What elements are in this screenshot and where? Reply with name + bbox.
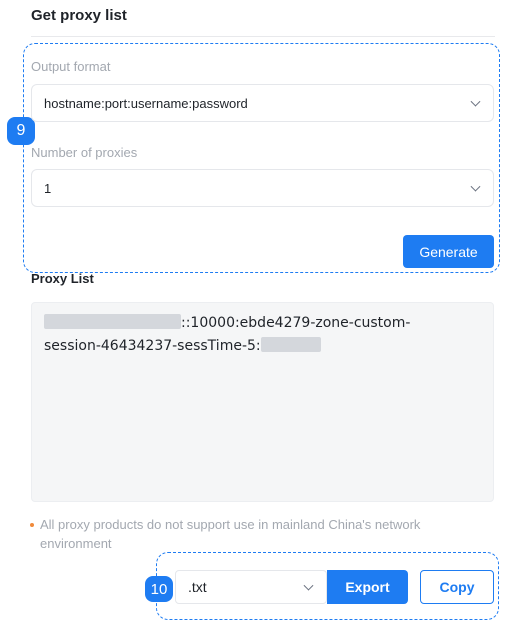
output-format-select[interactable]: hostname:port:username:password: [31, 84, 494, 122]
proxy-line-2: session-46434237-sessTime-5:: [44, 335, 481, 358]
page-title: Get proxy list: [31, 7, 127, 24]
proxy-line-1: ::10000:ebde4279-zone-custom-: [44, 312, 481, 335]
generate-button[interactable]: Generate: [403, 235, 494, 268]
chevron-down-icon: [303, 580, 314, 591]
notice-text: All proxy products do not support use in…: [30, 515, 480, 553]
chevron-down-icon: [470, 181, 481, 192]
export-button[interactable]: Export: [327, 570, 408, 604]
redacted-host: [44, 314, 181, 329]
step-badge-9: 9: [7, 117, 35, 145]
output-format-value: hostname:port:username:password: [44, 95, 248, 111]
number-of-proxies-value: 1: [44, 180, 52, 196]
number-of-proxies-select[interactable]: 1: [31, 169, 494, 207]
export-format-value: .txt: [188, 579, 207, 595]
copy-button[interactable]: Copy: [420, 570, 494, 604]
output-format-label: Output format: [31, 59, 111, 74]
proxy-list-textarea[interactable]: ::10000:ebde4279-zone-custom- session-46…: [31, 302, 494, 502]
notice-dot-icon: [30, 523, 34, 527]
divider: [31, 36, 495, 37]
number-of-proxies-label: Number of proxies: [31, 145, 138, 160]
export-format-select[interactable]: .txt: [175, 570, 327, 604]
proxy-list-label: Proxy List: [31, 271, 94, 286]
redacted-password: [260, 337, 321, 352]
chevron-down-icon: [470, 96, 481, 107]
step-badge-10: 10: [145, 576, 173, 602]
